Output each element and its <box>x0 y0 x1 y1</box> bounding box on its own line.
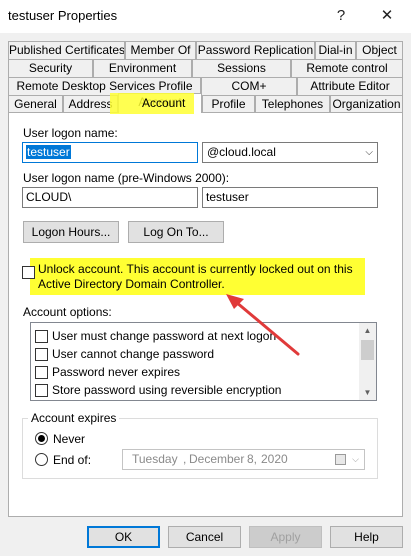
date-day: 8, <box>247 452 258 466</box>
tab-general[interactable]: General <box>8 95 63 113</box>
never-label: Never <box>53 432 86 446</box>
end-of-radio[interactable] <box>35 453 48 466</box>
option-label: User must change password at next logon <box>52 329 277 343</box>
upn-suffix-select[interactable]: @cloud.local ⌵ <box>202 142 378 163</box>
tab-published-certificates[interactable]: Published Certificates <box>8 41 125 59</box>
help-button[interactable]: Help <box>330 526 403 548</box>
apply-button[interactable]: Apply <box>249 526 322 548</box>
option-label: Store password using reversible encrypti… <box>52 383 282 397</box>
date-separator: , <box>183 452 187 466</box>
option-checkbox[interactable] <box>35 330 48 343</box>
tab-profile[interactable]: Profile <box>202 95 255 113</box>
window-title: testuser Properties <box>8 8 118 23</box>
pre2000-user-input[interactable]: testuser <box>202 187 378 208</box>
account-options-label: Account options: <box>23 305 112 319</box>
log-on-to-button[interactable]: Log On To... <box>128 221 224 243</box>
tab-object[interactable]: Object <box>356 41 403 59</box>
logon-name-label: User logon name: <box>23 126 118 140</box>
tab-password-replication[interactable]: Password Replication <box>196 41 315 59</box>
options-scrollbar[interactable]: ▲ ▼ <box>359 323 376 400</box>
title-bar: testuser Properties ? ✕ <box>0 0 411 33</box>
tab-attribute-editor[interactable]: Attribute Editor <box>297 77 403 95</box>
chevron-down-icon: ⌵ <box>365 147 373 158</box>
scroll-up-icon[interactable]: ▲ <box>359 323 376 338</box>
option-checkbox[interactable] <box>35 348 48 361</box>
pre2000-domain-value: CLOUD\ <box>26 190 72 204</box>
account-expires-label: Account expires <box>28 411 120 425</box>
pre2000-label: User logon name (pre-Windows 2000): <box>23 171 230 185</box>
option-checkbox[interactable] <box>35 384 48 397</box>
tab-sessions[interactable]: Sessions <box>192 59 291 77</box>
option-label: Password never expires <box>52 365 181 379</box>
option-label: User cannot change password <box>52 347 215 361</box>
tab-com-plus[interactable]: COM+ <box>201 77 297 95</box>
account-options-list[interactable]: User must change password at next logon … <box>30 322 377 401</box>
logon-hours-button[interactable]: Logon Hours... <box>23 221 119 243</box>
scroll-thumb[interactable] <box>361 340 374 360</box>
help-icon[interactable]: ? <box>326 4 356 28</box>
tab-telephones[interactable]: Telephones <box>255 95 330 113</box>
logon-name-input[interactable]: testuser <box>22 142 198 163</box>
date-year: 2020 <box>261 452 288 466</box>
tab-address[interactable]: Address <box>63 95 118 113</box>
option-checkbox[interactable] <box>35 366 48 379</box>
end-of-label: End of: <box>53 453 92 467</box>
scroll-down-icon[interactable]: ▼ <box>359 385 376 400</box>
expiry-date-picker[interactable]: Tuesday , December 8, 2020 ⌵ <box>122 449 365 470</box>
ok-button[interactable]: OK <box>87 526 160 548</box>
date-weekday: Tuesday <box>132 452 178 466</box>
logon-name-value: testuser <box>26 145 71 159</box>
upn-suffix-value: @cloud.local <box>207 145 276 159</box>
close-icon[interactable]: ✕ <box>372 4 402 28</box>
unlock-account-checkbox[interactable] <box>22 266 35 279</box>
tab-member-of[interactable]: Member Of <box>125 41 196 59</box>
date-month: December <box>189 452 245 466</box>
account-tab-highlight-label: Account <box>142 96 186 110</box>
tab-dial-in[interactable]: Dial-in <box>315 41 356 59</box>
pre2000-domain-field: CLOUD\ <box>22 187 198 208</box>
tab-environment[interactable]: Environment <box>93 59 192 77</box>
cancel-button[interactable]: Cancel <box>168 526 241 548</box>
tab-remote-control[interactable]: Remote control <box>291 59 403 77</box>
pre2000-user-value: testuser <box>206 190 249 204</box>
tab-security[interactable]: Security <box>8 59 93 77</box>
chevron-down-icon[interactable]: ⌵ <box>352 450 359 469</box>
unlock-account-label: Unlock account. This account is currentl… <box>38 262 353 291</box>
tab-organization[interactable]: Organization <box>330 95 403 113</box>
never-radio[interactable] <box>35 432 48 445</box>
calendar-icon[interactable] <box>335 454 346 465</box>
